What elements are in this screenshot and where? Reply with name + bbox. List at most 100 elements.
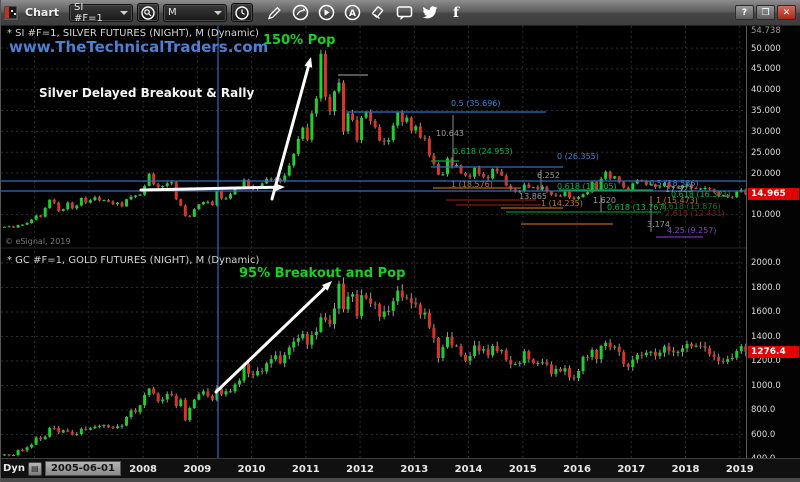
candle-body (202, 202, 205, 204)
year-tick-label: 2012 (346, 464, 374, 475)
candle-body (383, 311, 386, 316)
candle-body (315, 98, 318, 113)
candle-body (387, 140, 390, 142)
candle-body (229, 194, 232, 198)
candle-body (292, 154, 295, 166)
candle-body (134, 196, 137, 197)
candle-body (211, 396, 214, 400)
candle-body (532, 359, 535, 363)
candle-body (627, 364, 630, 367)
candle-body (193, 209, 196, 216)
candle-body (234, 188, 237, 194)
chart-window: Chart SI #F=1 M (0, 0, 800, 482)
candle-body (591, 350, 594, 357)
candle-body (53, 428, 56, 429)
candle-body (563, 368, 566, 371)
candle-body (559, 196, 562, 197)
candle-body (197, 204, 200, 209)
candle-body (514, 189, 517, 191)
candle-body (206, 391, 209, 395)
candle-body (500, 350, 503, 351)
candle-body (378, 304, 381, 317)
candle-body (554, 195, 557, 196)
candle-body (256, 371, 259, 375)
axis-tool-button[interactable]: ▤ (28, 462, 42, 476)
candle-body (645, 353, 648, 356)
candle-body (532, 187, 535, 188)
candle-body (536, 187, 539, 189)
candle-body (80, 429, 83, 434)
candle-body (121, 203, 124, 207)
start-date-box[interactable]: 2005-06-01 (45, 461, 121, 476)
candle-body (152, 174, 155, 184)
candle-body (243, 180, 246, 189)
fib-level-label: 1 (14.235) (541, 200, 583, 208)
candle-body (401, 291, 404, 298)
candle-body (618, 176, 621, 182)
candle-body (437, 338, 440, 358)
candle-body (686, 344, 689, 348)
candle-body (473, 346, 476, 357)
candle-body (550, 191, 553, 194)
fib-level-label: 0.5 (35.696) (451, 100, 501, 108)
candle-body (30, 445, 33, 448)
candle-body (48, 200, 51, 208)
candle-body (93, 427, 96, 429)
candles-layer (1, 0, 800, 482)
price-axis[interactable]: 50.00045.00040.00035.00030.00025.00020.0… (746, 26, 800, 458)
candle-body (487, 177, 490, 179)
gold-pop-annotation[interactable]: 95% Breakout and Pop (239, 266, 405, 281)
candle-body (125, 199, 128, 206)
candle-body (695, 188, 698, 189)
mode-label: Dyn (3, 463, 25, 474)
candle-body (496, 169, 499, 171)
candle-body (636, 355, 639, 360)
candle-body (500, 171, 503, 175)
candle-body (89, 200, 92, 202)
silver-breakout-annotation[interactable]: Silver Delayed Breakout & Rally (39, 86, 254, 100)
candle-body (39, 438, 42, 440)
candle-body (478, 168, 481, 174)
candle-body (704, 188, 707, 189)
candle-body (437, 164, 440, 175)
silver-pop-annotation[interactable]: 150% Pop (263, 33, 335, 48)
candle-body (695, 346, 698, 347)
candle-body (396, 113, 399, 126)
candle-body (360, 295, 363, 316)
candle-body (450, 337, 453, 345)
candle-body (509, 186, 512, 190)
candle-body (84, 198, 87, 203)
axis-tick-label: 800.0 (751, 405, 775, 415)
candle-body (143, 395, 146, 405)
candle-body (374, 121, 377, 127)
candle-body (57, 428, 60, 433)
candle-body (310, 113, 313, 139)
candle-body (469, 176, 472, 177)
candle-body (428, 138, 431, 155)
candle-body (414, 126, 417, 130)
candle-body (582, 357, 585, 371)
axis-tick-label: 50.000 (751, 44, 781, 54)
candle-body (464, 355, 467, 361)
candle-body (292, 342, 295, 348)
candle-body (215, 191, 218, 205)
candle-body (491, 346, 494, 355)
candle-body (62, 209, 65, 211)
candle-body (518, 363, 521, 364)
candle-body (229, 391, 232, 392)
candle-body (681, 348, 684, 351)
axis-tick-label: 1000.0 (751, 381, 781, 391)
candle-body (139, 195, 142, 196)
candle-body (247, 364, 250, 374)
candle-body (324, 317, 327, 319)
candles-SI #F=1 (3, 50, 747, 228)
candle-body (270, 179, 273, 180)
candle-body (378, 127, 381, 140)
year-tick-label: 2018 (672, 464, 700, 475)
candle-body (627, 188, 630, 190)
candle-body (704, 346, 707, 348)
candle-body (21, 450, 24, 451)
candle-body (541, 362, 544, 363)
candle-body (432, 156, 435, 164)
time-axis[interactable]: Dyn ▤ 2005-06-01 20072008200920102011201… (1, 458, 800, 478)
